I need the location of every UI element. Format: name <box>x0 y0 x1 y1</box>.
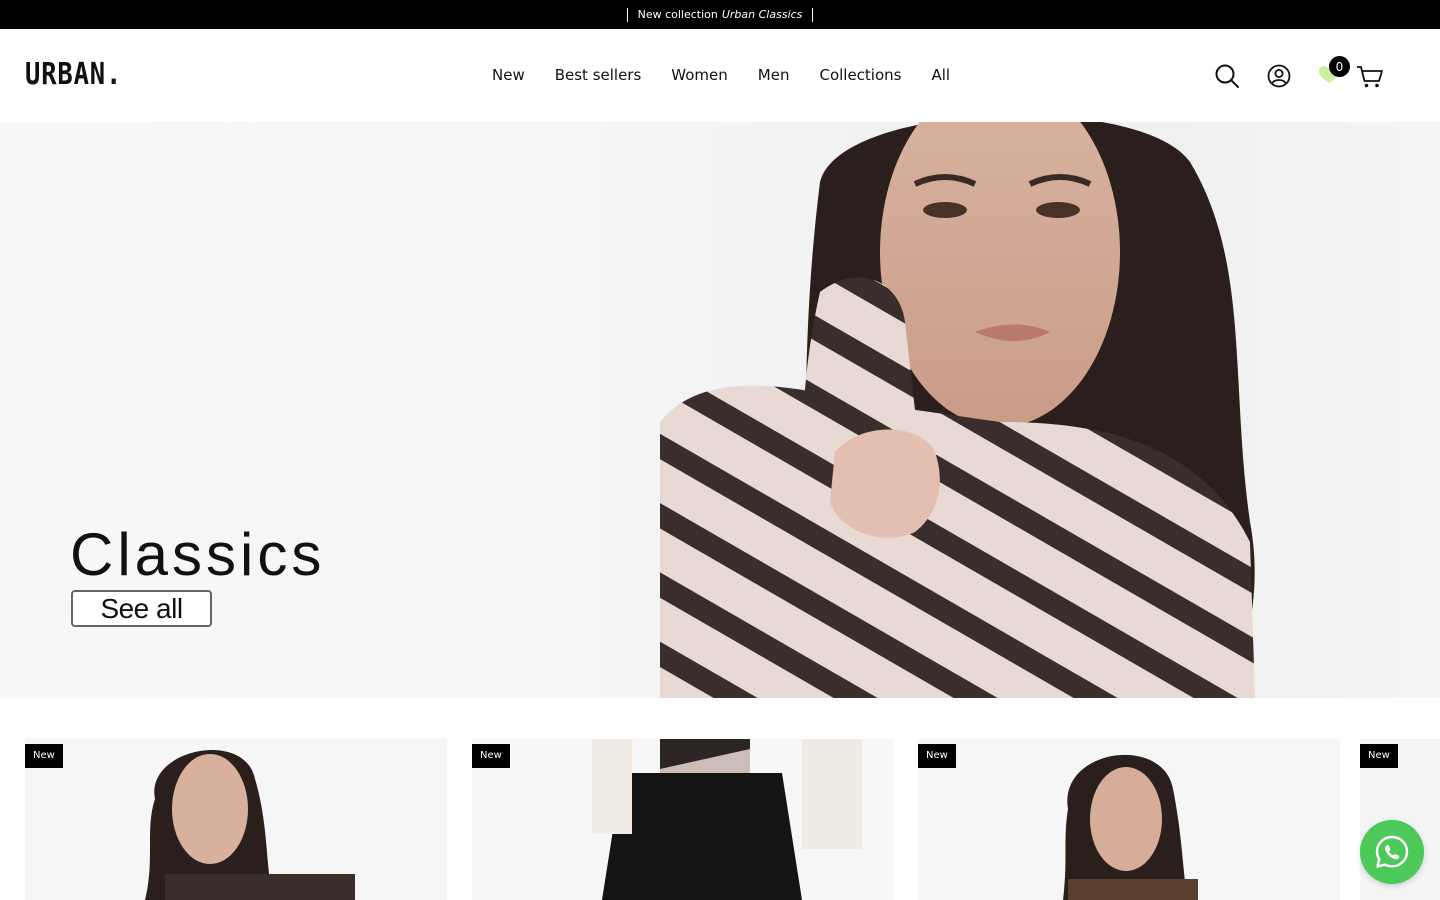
announcement-prefix: New collection <box>637 8 718 21</box>
nav-item-collections[interactable]: Collections <box>819 64 901 86</box>
nav-item-women[interactable]: Women <box>671 64 727 86</box>
brand-logo[interactable]: URBAN. <box>25 57 122 92</box>
product-image <box>918 739 1340 900</box>
user-icon[interactable] <box>1267 64 1291 88</box>
hero-banner: Classics See all <box>0 122 1440 698</box>
new-badge: New <box>472 744 510 768</box>
product-card[interactable]: New <box>472 739 894 900</box>
whatsapp-button[interactable] <box>1360 820 1424 884</box>
site-header: URBAN. New Best sellers Women Men Collec… <box>0 29 1440 122</box>
nav-item-best-sellers[interactable]: Best sellers <box>555 64 642 86</box>
whatsapp-icon <box>1375 835 1409 868</box>
announcement-divider-left <box>626 7 628 22</box>
main-nav: New Best sellers Women Men Collections A… <box>492 64 980 86</box>
product-card[interactable]: New <box>25 739 447 900</box>
nav-item-all[interactable]: All <box>931 64 950 86</box>
announcement-divider-right <box>812 7 814 22</box>
search-icon[interactable] <box>1214 63 1240 89</box>
announcement-collection-name[interactable]: Urban Classics <box>722 8 803 21</box>
hero-model-image <box>660 122 1255 698</box>
cart-icon[interactable] <box>1356 65 1384 89</box>
product-card[interactable]: New <box>918 739 1340 900</box>
product-image <box>25 739 447 900</box>
new-badge: New <box>918 744 956 768</box>
hero-title: Classics <box>70 521 326 588</box>
new-badge: New <box>25 744 63 768</box>
cart-count-badge: 0 <box>1329 56 1350 77</box>
product-image <box>472 739 894 900</box>
product-row: New New New New <box>0 739 1440 900</box>
nav-item-men[interactable]: Men <box>758 64 790 86</box>
nav-item-new[interactable]: New <box>492 64 525 86</box>
new-badge: New <box>1360 744 1398 768</box>
see-all-button[interactable]: See all <box>71 590 212 627</box>
announcement-bar: New collection Urban Classics <box>0 0 1440 29</box>
